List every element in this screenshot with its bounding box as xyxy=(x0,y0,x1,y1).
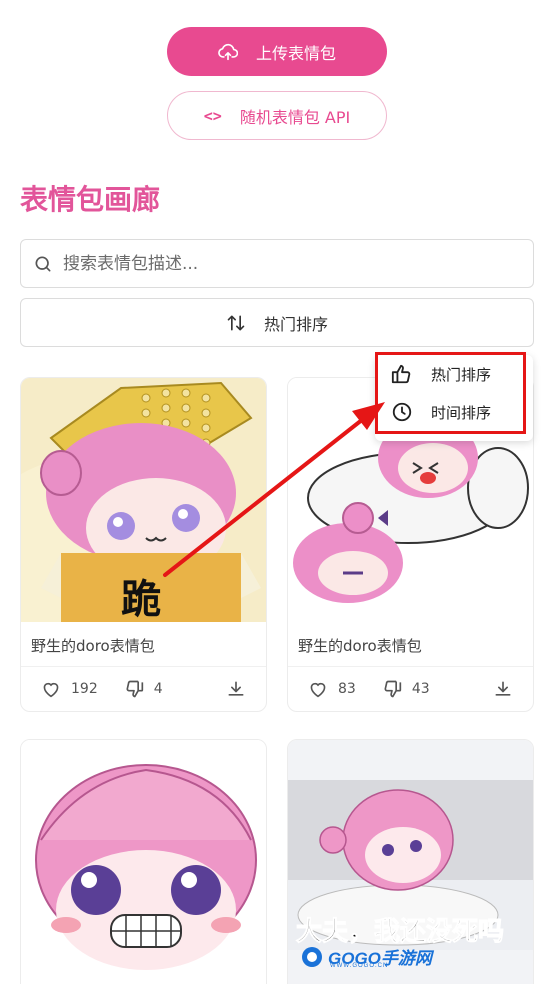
like-count: 83 xyxy=(338,681,356,697)
sort-dropdown-menu: 热门排序 时间排序 xyxy=(375,355,533,441)
meme-overlay-text: 大夫，我还没死吗 xyxy=(296,917,504,947)
clock-icon xyxy=(392,402,412,422)
watermark-logo: GOGO手游网 WWW.GOGO.CN xyxy=(300,944,432,969)
dislike-count: 43 xyxy=(411,681,430,697)
download-icon xyxy=(228,681,244,696)
upload-meme-button[interactable]: 上传表情包 xyxy=(167,27,387,76)
thumbs-down-icon xyxy=(384,680,401,698)
meme-caption: 野生的doro表情包 xyxy=(21,622,266,667)
heart-icon xyxy=(43,682,59,698)
meme-image[interactable]: 跪 xyxy=(21,378,266,622)
code-icon: <> xyxy=(203,106,222,125)
meme-card[interactable]: 跪 野生的doro表情包 192 4 xyxy=(20,377,267,712)
like-button[interactable]: 83 xyxy=(308,680,356,698)
search-box[interactable] xyxy=(20,239,534,288)
random-meme-api-label: 随机表情包 API xyxy=(239,107,351,127)
meme-overlay-text: 跪 xyxy=(121,577,161,622)
meme-card[interactable] xyxy=(20,739,267,984)
search-input[interactable] xyxy=(63,253,503,274)
thumbs-down-icon xyxy=(126,680,143,698)
sort-option-time[interactable]: 时间排序 xyxy=(375,393,533,431)
download-button[interactable] xyxy=(226,679,246,699)
page-title: 表情包画廊 xyxy=(20,183,161,216)
download-icon xyxy=(495,681,511,696)
sort-option-time-label: 时间排序 xyxy=(431,403,492,422)
like-button[interactable]: 192 xyxy=(41,680,98,698)
search-icon xyxy=(35,256,51,271)
sort-select-label: 热门排序 xyxy=(263,314,328,334)
meme-image[interactable] xyxy=(21,740,266,984)
sort-option-popular[interactable]: 热门排序 xyxy=(375,355,533,393)
cloud-upload-icon xyxy=(218,43,238,60)
sort-select[interactable]: 热门排序 xyxy=(20,298,534,347)
random-meme-api-button[interactable]: <> 随机表情包 API xyxy=(167,91,387,140)
sort-option-popular-label: 热门排序 xyxy=(431,365,492,384)
dislike-button[interactable]: 4 xyxy=(124,679,163,699)
sort-arrows-icon xyxy=(227,315,245,330)
watermark-subtext: WWW.GOGO.CN xyxy=(330,963,389,969)
dislike-button[interactable]: 43 xyxy=(382,679,430,699)
download-button[interactable] xyxy=(493,679,513,699)
gogo-logo-icon xyxy=(302,946,322,967)
thumbs-up-icon xyxy=(391,364,411,384)
heart-icon xyxy=(310,682,326,698)
like-count: 192 xyxy=(71,681,98,697)
meme-caption: 野生的doro表情包 xyxy=(288,622,533,667)
upload-meme-label: 上传表情包 xyxy=(255,43,336,63)
dislike-count: 4 xyxy=(153,681,163,697)
